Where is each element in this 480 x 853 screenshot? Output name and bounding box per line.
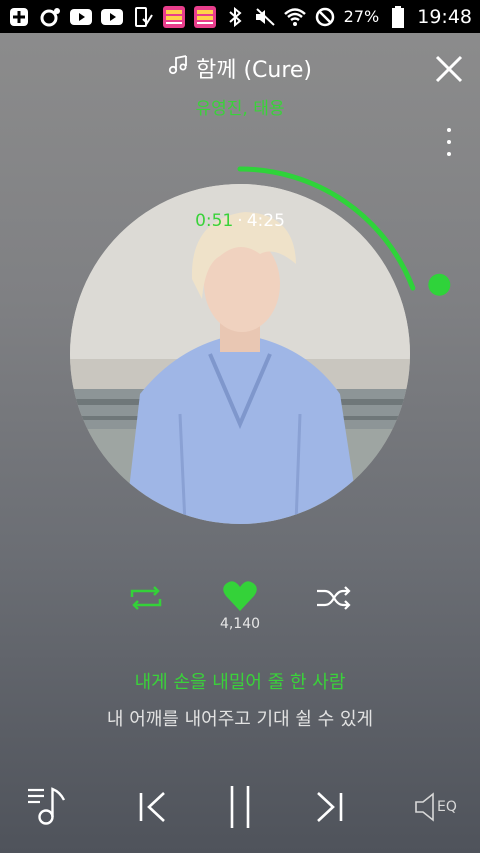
like-button[interactable] xyxy=(222,580,258,616)
time-readout: 0:51 · 4:25 xyxy=(70,211,410,231)
next-button[interactable] xyxy=(314,790,344,828)
bottom-controls: EQ xyxy=(0,780,480,836)
pause-button[interactable] xyxy=(226,784,254,834)
battery-icon xyxy=(387,5,409,28)
close-icon xyxy=(435,55,463,83)
status-bar: 27% 19:48 xyxy=(0,0,480,33)
pause-icon xyxy=(230,786,250,828)
more-options-button[interactable] xyxy=(443,128,455,156)
progress-knob[interactable] xyxy=(428,273,451,296)
playlist-button[interactable] xyxy=(28,786,70,830)
previous-button[interactable] xyxy=(138,790,168,828)
lyric-current-line[interactable]: 내게 손을 내밀어 줄 한 사람 xyxy=(0,668,480,694)
song-title: 함께 (Cure) xyxy=(195,58,313,83)
lyric-next-line[interactable]: 내 어깨를 내어주고 기대 쉴 수 있게 xyxy=(0,705,480,731)
shuffle-button[interactable] xyxy=(316,586,352,614)
skip-previous-icon xyxy=(139,792,165,822)
bluetooth-icon xyxy=(224,6,246,27)
total-duration: 4:25 xyxy=(246,211,285,231)
playlist-music-icon xyxy=(28,787,66,825)
song-title-row: 함께 (Cure) xyxy=(168,52,312,84)
eq-button[interactable]: EQ xyxy=(414,792,457,822)
youtube-icon xyxy=(70,7,92,27)
repeat-icon xyxy=(130,586,162,610)
superstar-app-icon xyxy=(194,5,216,28)
track-header: 함께 (Cure) 유영진, 태용 xyxy=(0,52,480,119)
close-button[interactable] xyxy=(434,54,464,84)
clock: 19:48 xyxy=(417,5,472,28)
youtube-icon xyxy=(101,7,123,27)
mute-icon xyxy=(254,7,276,27)
album-art-area[interactable]: 0:51 · 4:25 xyxy=(70,166,451,524)
shuffle-icon xyxy=(317,586,351,610)
circle-icon xyxy=(39,7,61,27)
add-icon xyxy=(8,7,30,27)
wifi-icon xyxy=(283,7,306,27)
time-separator: · xyxy=(237,211,243,231)
eq-label: EQ xyxy=(437,799,457,815)
skip-next-icon xyxy=(317,792,343,822)
blocked-icon xyxy=(314,7,336,27)
battery-percent: 27% xyxy=(343,7,380,26)
artist-name[interactable]: 유영진, 태용 xyxy=(0,94,480,119)
repeat-button[interactable] xyxy=(128,586,164,614)
more-vertical-icon xyxy=(447,128,451,132)
speaker-icon xyxy=(415,792,434,822)
elapsed-time: 0:51 xyxy=(195,211,234,231)
music-note-icon xyxy=(168,54,190,82)
heart-icon xyxy=(223,581,257,611)
download-icon xyxy=(132,6,154,27)
superstar-app-icon xyxy=(163,5,185,28)
like-count: 4,140 xyxy=(219,616,261,632)
